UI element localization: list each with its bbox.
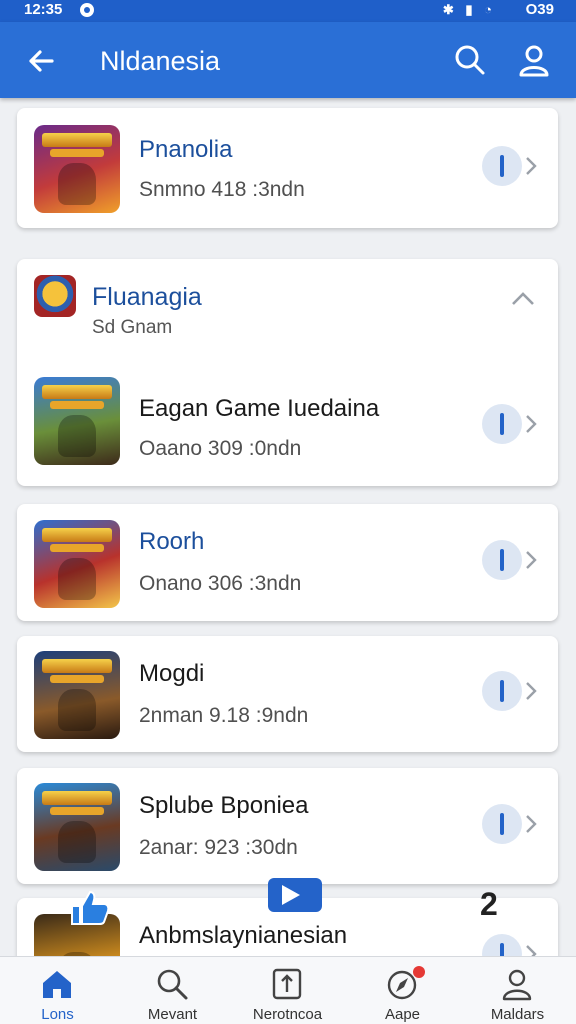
game-title: Anbmslaynianesian — [139, 922, 348, 949]
game-title: Pnanolia — [139, 136, 233, 163]
game-group-card: Fluanagia Sd Gnam Eagan Game Iuedaina Oa… — [17, 259, 558, 486]
download-button[interactable] — [482, 671, 522, 711]
download-button[interactable] — [482, 804, 522, 844]
game-thumbnail — [34, 783, 120, 871]
nav-label: Aape — [384, 1006, 421, 1023]
nav-account[interactable]: Maldars — [460, 957, 575, 1024]
download-button[interactable] — [482, 404, 522, 444]
game-card[interactable]: Mogdi 2nman 9.18 :9ndn — [17, 636, 558, 752]
game-meta: 2anar: 923 :30dn — [139, 836, 298, 859]
home-icon — [43, 971, 71, 998]
profile-icon[interactable] — [516, 42, 552, 78]
game-title: Eagan Game Iuedaina — [139, 395, 380, 422]
game-title: Splube Bponiea — [139, 792, 309, 819]
person-icon — [502, 969, 532, 1001]
page-title: Nldanesia — [100, 46, 221, 76]
update-icon — [272, 968, 302, 1000]
app-bar: Nldanesia — [0, 22, 576, 98]
game-thumbnail — [34, 520, 120, 608]
chevron-up-icon[interactable] — [510, 291, 536, 307]
game-meta: 2nman 9.18 :9ndn — [139, 704, 309, 727]
game-meta: Onano 306 :3ndn — [139, 572, 302, 595]
chevron-right-icon[interactable] — [524, 412, 538, 436]
signal-wifi-icons: ✱ ▮ ◔ — [442, 2, 496, 17]
game-meta: Oaano 309 :0ndn — [139, 437, 302, 460]
overlay-number: 2 — [480, 886, 498, 922]
chevron-right-icon[interactable] — [524, 812, 538, 836]
play-button[interactable] — [268, 878, 322, 912]
search-icon — [157, 969, 188, 1000]
thumbs-up-icon[interactable] — [68, 888, 110, 926]
group-title: Fluanagia — [92, 283, 202, 311]
game-thumbnail — [34, 125, 120, 213]
game-title: Mogdi — [139, 660, 205, 687]
chevron-right-icon[interactable] — [524, 548, 538, 572]
nav-search[interactable]: Mevant — [115, 957, 230, 1024]
download-button[interactable] — [482, 146, 522, 186]
search-icon[interactable] — [452, 42, 488, 78]
notification-icon — [80, 3, 94, 17]
bottom-nav: Lons Mevant Nerotncoa Aape Maldars — [0, 956, 576, 1024]
nav-label: Lons — [41, 1006, 74, 1023]
game-thumbnail — [34, 651, 120, 739]
notification-badge — [413, 966, 425, 978]
chevron-right-icon[interactable] — [524, 154, 538, 178]
nav-updates[interactable]: Nerotncoa — [230, 957, 345, 1024]
game-card[interactable]: Roorh Onano 306 :3ndn — [17, 504, 558, 621]
download-button[interactable] — [482, 540, 522, 580]
nav-home[interactable]: Lons — [0, 957, 115, 1024]
battery-label: O39 — [525, 1, 554, 18]
game-title: Roorh — [139, 528, 205, 555]
status-time: 12:35 — [24, 1, 63, 18]
nav-label: Mevant — [147, 1006, 198, 1023]
game-meta: Snmno 418 :3ndn — [139, 178, 305, 201]
game-card[interactable]: Splube Bponiea 2anar: 923 :30dn — [17, 768, 558, 884]
group-subtitle: Sd Gnam — [92, 317, 173, 338]
nav-label: Maldars — [490, 1006, 545, 1023]
nav-explore[interactable]: Aape — [345, 957, 460, 1024]
back-arrow-icon[interactable] — [24, 44, 58, 78]
status-bar: 12:35 ✱ ▮ ◔ O39 — [0, 0, 576, 22]
chevron-right-icon[interactable] — [524, 679, 538, 703]
nav-label: Nerotncoa — [252, 1006, 323, 1023]
game-thumbnail — [34, 377, 120, 465]
group-icon — [34, 275, 76, 317]
game-card[interactable]: Pnanolia Snmno 418 :3ndn — [17, 108, 558, 228]
